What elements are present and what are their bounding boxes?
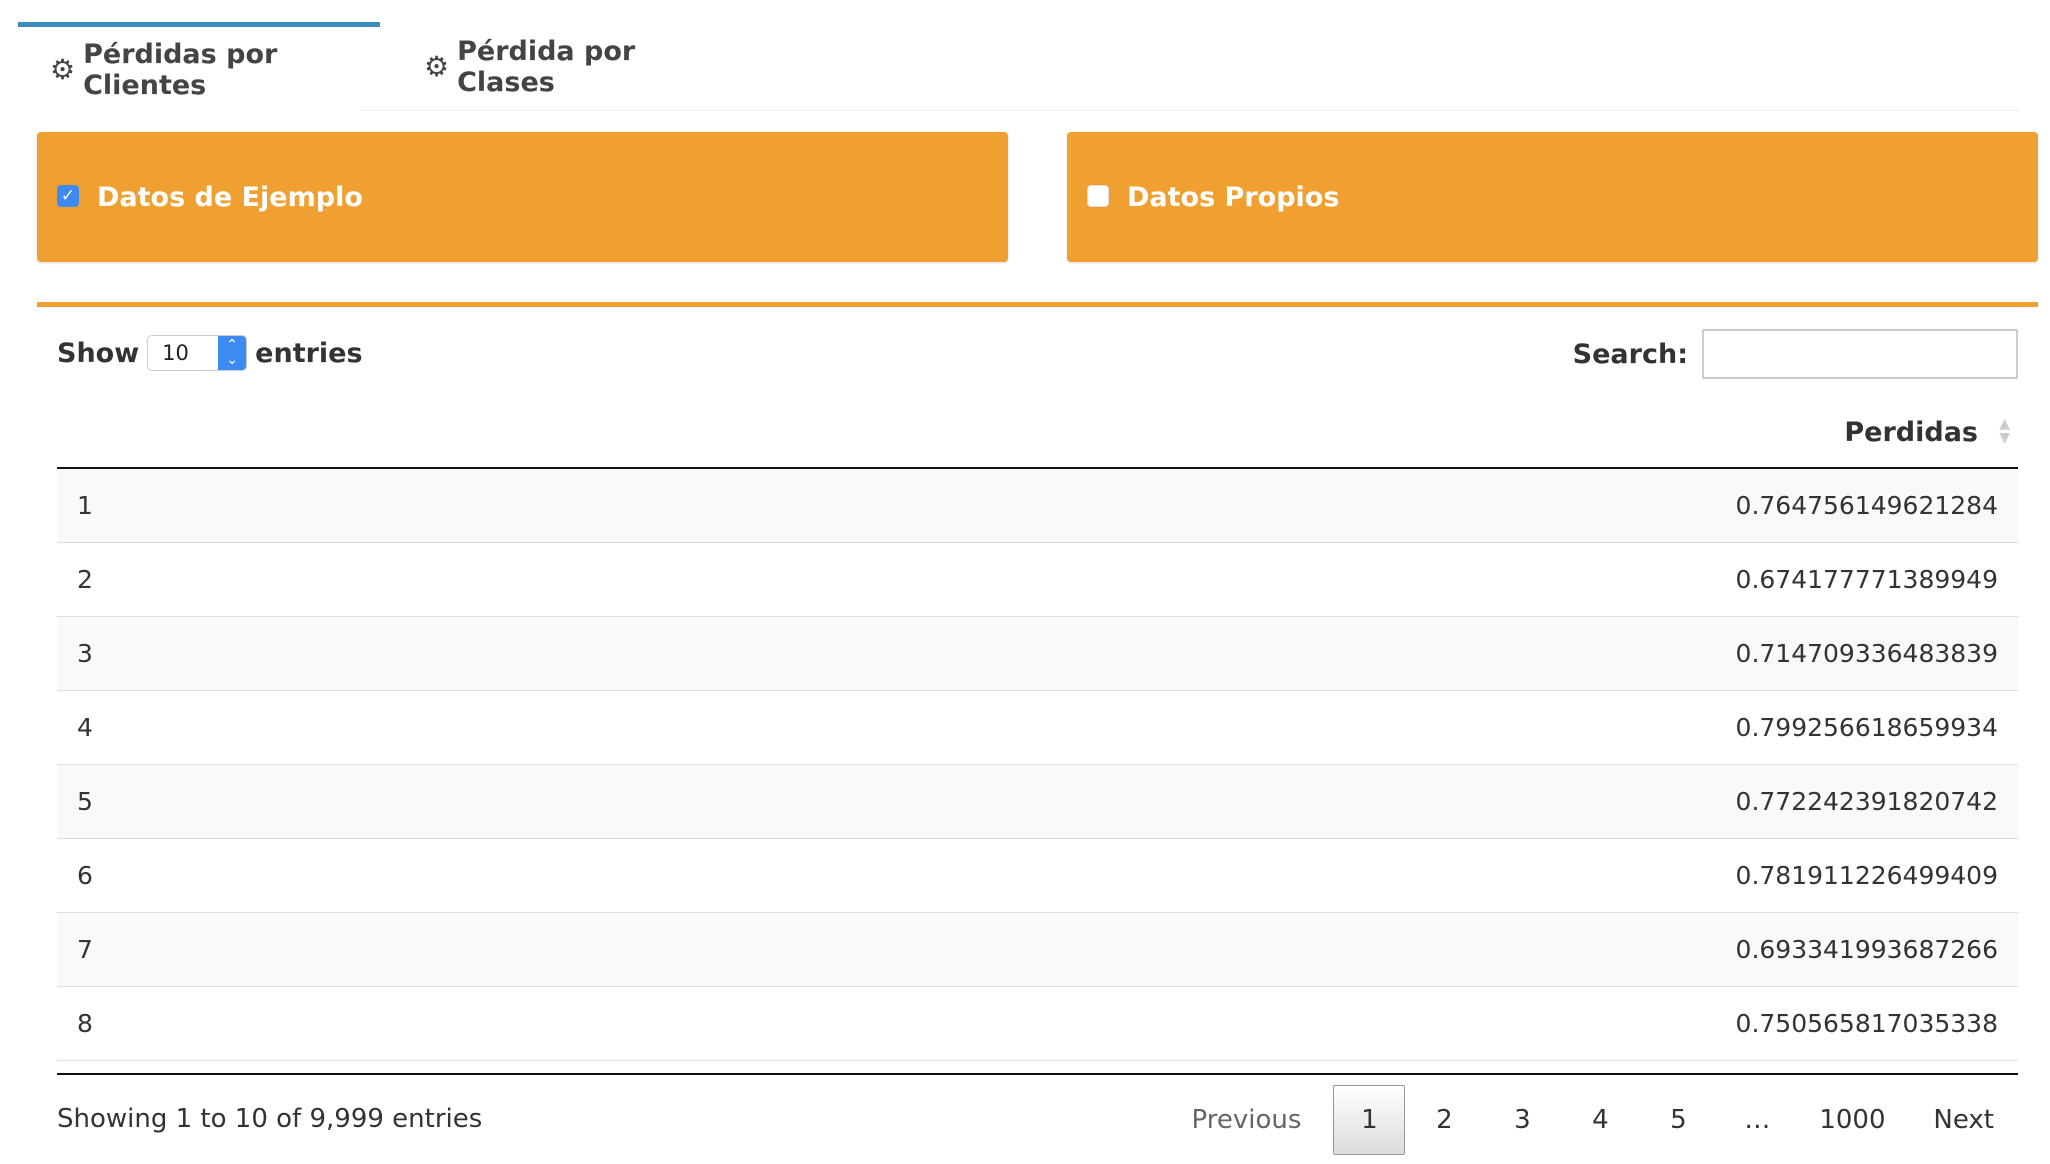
column-header-label: Perdidas [1844,416,1978,448]
entries-label: entries [255,337,363,369]
page-button-5[interactable]: 5 [1639,1085,1717,1155]
row-index: 2 [77,565,93,594]
table-body: 1 0.764756149621284 2 0.674177771389949 3 0.7… [57,469,2018,1061]
own-data-checkbox[interactable] [1087,185,1109,207]
pagination-ellipsis: … [1744,1105,1771,1135]
table-row: 5 0.772242391820742 [57,765,2018,839]
example-data-checkbox[interactable]: ✓ [57,185,79,207]
table-panel: Show 10 ⌃ ⌄ entries Search: Perdidas ▲ ▼ 1… [37,302,2038,1164]
tab-perdidas-por-clientes[interactable]: ⚙ Pérdidas por Clientes [18,22,380,112]
entries-length-select[interactable]: 10 ⌃ ⌄ [147,335,248,371]
row-index: 8 [77,1009,93,1038]
page-button-1[interactable]: 1 [1333,1085,1406,1155]
search-label: Search: [1572,338,1688,370]
row-perdidas-value: 0.714709336483839 [1735,639,1998,668]
show-label: Show [57,337,140,369]
row-perdidas-value: 0.693341993687266 [1735,935,1998,964]
page-button-3[interactable]: 3 [1483,1085,1561,1155]
search-control: Search: [1573,329,2018,379]
table-row: 2 0.674177771389949 [57,543,2018,617]
table-row: 1 0.764756149621284 [57,469,2018,543]
row-perdidas-value: 0.750565817035338 [1735,1009,1998,1038]
row-index: 5 [77,787,93,816]
entries-length-control: Show 10 ⌃ ⌄ entries [57,335,363,371]
gear-icon: ⚙ [50,52,76,86]
row-index: 1 [77,491,93,520]
row-index: 6 [77,861,93,890]
example-data-box: ✓ Datos de Ejemplo [37,132,1008,262]
tab-divider [360,110,2020,111]
pagination: Previous 1 2 3 4 5 … 1000 Next [1168,1085,2018,1155]
own-data-label: Datos Propios [1127,181,1340,213]
own-data-box: Datos Propios [1067,132,2038,262]
table-row: 4 0.799256618659934 [57,691,2018,765]
entries-length-value: 10 [162,341,189,365]
row-perdidas-value: 0.781911226499409 [1735,861,1998,890]
search-input[interactable] [1702,329,2018,379]
row-index: 4 [77,713,93,742]
tab-label: Pérdida por Clases [457,36,636,98]
column-header-perdidas[interactable]: Perdidas ▲ ▼ [57,397,2018,469]
table-info: Showing 1 to 10 of 9,999 entries [57,1104,483,1134]
table-row: 8 0.750565817035338 [57,987,2018,1061]
tab-perdida-por-clases[interactable]: ⚙ Pérdida por Clases [392,22,732,112]
table-row: 6 0.781911226499409 [57,839,2018,913]
row-index: 7 [77,935,93,964]
table-bottom-border [57,1073,2018,1075]
sort-icon: ▲ ▼ [1999,416,2010,446]
row-perdidas-value: 0.772242391820742 [1735,787,1998,816]
tab-label: Pérdidas por Clientes [83,38,278,101]
select-arrows-icon: ⌃ ⌄ [218,336,247,370]
gear-icon: ⚙ [424,50,450,83]
row-index: 3 [77,639,93,668]
table-row: 3 0.714709336483839 [57,617,2018,691]
table-row: 7 0.693341993687266 [57,913,2018,987]
page-button-4[interactable]: 4 [1561,1085,1639,1155]
next-button[interactable]: Next [1907,1085,2018,1155]
page-button-1000[interactable]: 1000 [1797,1085,1907,1155]
row-perdidas-value: 0.674177771389949 [1735,565,1998,594]
example-data-label: Datos de Ejemplo [97,181,363,213]
page-button-2[interactable]: 2 [1405,1085,1483,1155]
row-perdidas-value: 0.799256618659934 [1735,713,1998,742]
previous-button[interactable]: Previous [1168,1085,1326,1155]
row-perdidas-value: 0.764756149621284 [1735,491,1998,520]
tab-bar: ⚙ Pérdidas por Clientes ⚙ Pérdida por Cl… [18,22,2032,112]
